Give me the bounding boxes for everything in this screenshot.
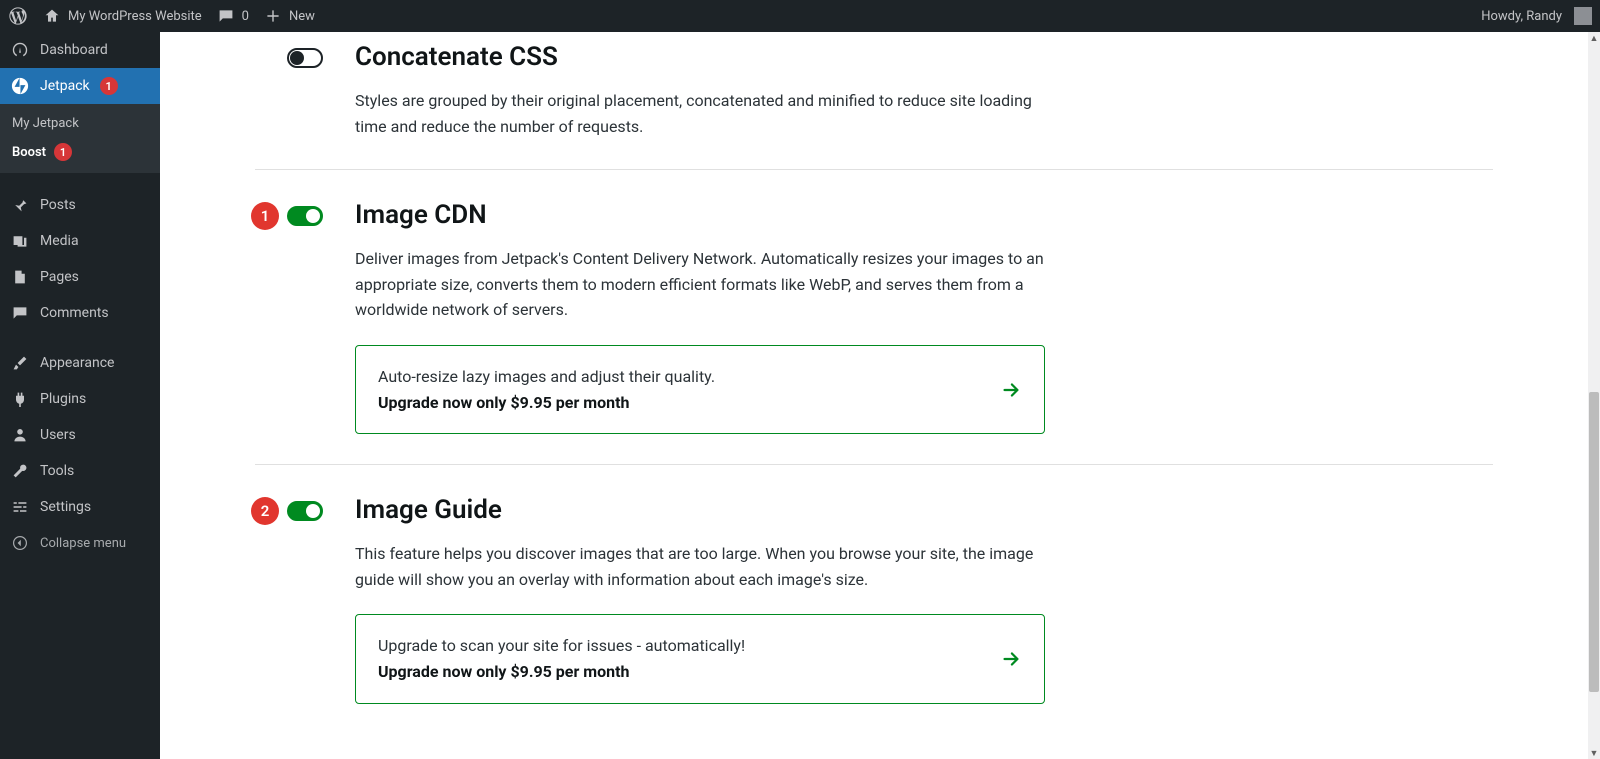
howdy-text: Howdy, Randy — [1481, 9, 1562, 24]
avatar — [1574, 7, 1592, 25]
user-icon — [10, 425, 30, 445]
upsell-image-cdn[interactable]: Auto-resize lazy images and adjust their… — [355, 345, 1045, 434]
brush-icon — [10, 353, 30, 373]
setting-title: Image Guide — [355, 495, 1045, 525]
toggle-image-guide[interactable] — [287, 501, 323, 521]
annotation-marker-2: 2 — [251, 497, 279, 525]
site-title: My WordPress Website — [68, 9, 202, 24]
wrench-icon — [10, 461, 30, 481]
sliders-icon — [10, 497, 30, 517]
arrow-right-icon — [1000, 379, 1022, 401]
sidebar-item-media[interactable]: Media — [0, 223, 160, 259]
comments-count: 0 — [242, 9, 249, 24]
update-badge: 1 — [100, 77, 118, 95]
sidebar-item-label: My Jetpack — [12, 116, 79, 131]
setting-image-cdn: 1 Image CDN Deliver images from Jetpack'… — [255, 170, 1493, 465]
media-icon — [10, 231, 30, 251]
sidebar-item-comments[interactable]: Comments — [0, 295, 160, 331]
sidebar-item-label: Users — [40, 427, 76, 443]
wp-logo[interactable] — [8, 6, 28, 26]
setting-title: Image CDN — [355, 200, 1045, 230]
sidebar-item-users[interactable]: Users — [0, 417, 160, 453]
sidebar-item-label: Appearance — [40, 355, 114, 371]
collapse-icon — [10, 533, 30, 553]
admin-bar: My WordPress Website 0 New Howdy, Randy — [0, 0, 1600, 32]
sidebar-item-jetpack[interactable]: Jetpack 1 — [0, 68, 160, 104]
setting-image-guide: 2 Image Guide This feature helps you dis… — [255, 465, 1493, 733]
sidebar-item-dashboard[interactable]: Dashboard — [0, 32, 160, 68]
arrow-right-icon — [1000, 648, 1022, 670]
upsell-cta: Upgrade now only $9.95 per month — [378, 659, 745, 685]
sidebar-item-label: Jetpack — [40, 78, 90, 94]
sidebar-collapse[interactable]: Collapse menu — [0, 525, 160, 561]
sidebar-item-label: Posts — [40, 197, 76, 213]
sidebar-subitem-boost[interactable]: Boost 1 — [0, 137, 160, 167]
page-icon — [10, 267, 30, 287]
toggle-concatenate-css[interactable] — [287, 48, 323, 68]
setting-description: Styles are grouped by their original pla… — [355, 88, 1045, 139]
sidebar-item-label: Settings — [40, 499, 91, 515]
sidebar-item-label: Pages — [40, 269, 79, 285]
jetpack-icon — [10, 76, 30, 96]
home-icon — [42, 6, 62, 26]
plus-icon — [263, 6, 283, 26]
upsell-line: Auto-resize lazy images and adjust their… — [378, 364, 715, 390]
sidebar-item-label: Media — [40, 233, 79, 249]
comments-link[interactable]: 0 — [216, 6, 249, 26]
sidebar-item-label: Collapse menu — [40, 536, 126, 551]
new-content-link[interactable]: New — [263, 6, 315, 26]
new-label: New — [289, 9, 315, 24]
upsell-image-guide[interactable]: Upgrade to scan your site for issues - a… — [355, 614, 1045, 703]
scrollbar-thumb[interactable] — [1589, 392, 1599, 692]
scroll-up-icon[interactable]: ▲ — [1588, 32, 1600, 44]
jetpack-submenu: My Jetpack Boost 1 — [0, 104, 160, 173]
sidebar-item-label: Plugins — [40, 391, 86, 407]
annotation-marker-1: 1 — [251, 202, 279, 230]
plug-icon — [10, 389, 30, 409]
setting-title: Concatenate CSS — [355, 42, 1045, 72]
sidebar-item-appearance[interactable]: Appearance — [0, 345, 160, 381]
sidebar-item-label: Comments — [40, 305, 109, 321]
sidebar-item-pages[interactable]: Pages — [0, 259, 160, 295]
setting-description: Deliver images from Jetpack's Content De… — [355, 246, 1045, 323]
dashboard-icon — [10, 40, 30, 60]
update-badge: 1 — [54, 143, 72, 161]
scroll-down-icon[interactable]: ▼ — [1588, 747, 1600, 759]
content-area: Concatenate CSS Styles are grouped by th… — [160, 32, 1588, 759]
upsell-line: Upgrade to scan your site for issues - a… — [378, 633, 745, 659]
admin-sidebar: Dashboard Jetpack 1 My Jetpack Boost 1 P… — [0, 32, 160, 759]
sidebar-item-label: Tools — [40, 463, 74, 479]
comment-icon — [216, 6, 236, 26]
toggle-image-cdn[interactable] — [287, 206, 323, 226]
sidebar-item-label: Boost — [12, 145, 46, 160]
setting-description: This feature helps you discover images t… — [355, 541, 1045, 592]
scrollbar[interactable]: ▲ ▼ — [1588, 32, 1600, 759]
site-name-link[interactable]: My WordPress Website — [42, 6, 202, 26]
sidebar-item-tools[interactable]: Tools — [0, 453, 160, 489]
account-link[interactable]: Howdy, Randy — [1481, 7, 1592, 25]
wordpress-icon — [8, 6, 28, 26]
sidebar-item-settings[interactable]: Settings — [0, 489, 160, 525]
sidebar-item-plugins[interactable]: Plugins — [0, 381, 160, 417]
sidebar-item-label: Dashboard — [40, 42, 108, 58]
pin-icon — [10, 195, 30, 215]
comment-icon — [10, 303, 30, 323]
sidebar-item-posts[interactable]: Posts — [0, 187, 160, 223]
setting-concatenate-css: Concatenate CSS Styles are grouped by th… — [255, 32, 1493, 170]
upsell-cta: Upgrade now only $9.95 per month — [378, 390, 715, 416]
sidebar-subitem-my-jetpack[interactable]: My Jetpack — [0, 110, 160, 137]
